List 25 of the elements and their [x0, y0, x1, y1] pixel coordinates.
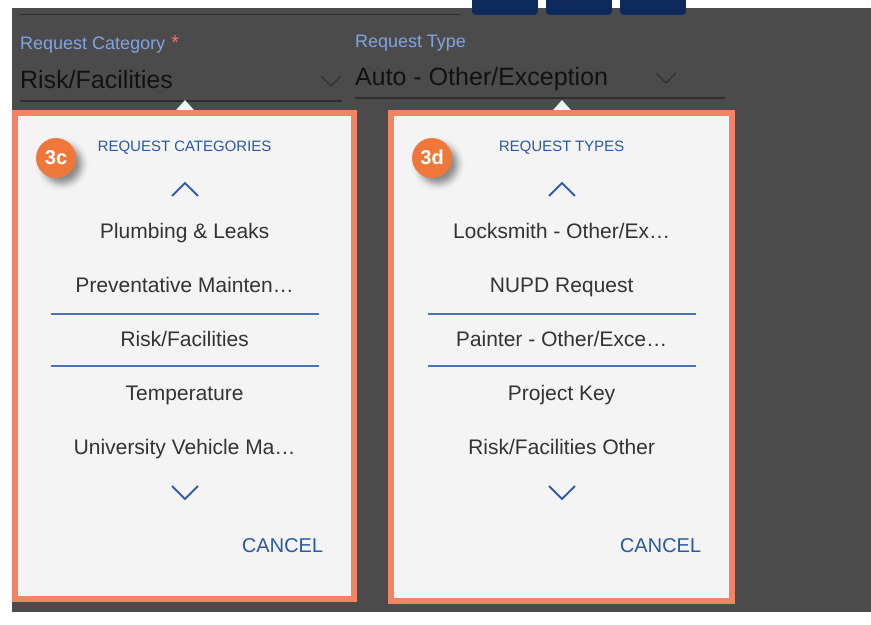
step-badge: 3c — [36, 138, 76, 178]
picker-option[interactable]: NUPD Request — [428, 258, 696, 312]
picker-option[interactable]: Temperature — [50, 366, 318, 420]
chevron-up-icon[interactable] — [170, 180, 198, 196]
picker-title: REQUEST TYPES — [498, 137, 624, 157]
picker-option[interactable]: Locksmith - Other/Ex… — [428, 204, 696, 258]
picker-option[interactable]: Risk/Facilities Other — [428, 420, 696, 474]
step-badge: 3d — [412, 138, 452, 178]
chevron-down-icon — [655, 72, 677, 84]
picker-option[interactable]: Risk/Facilities — [50, 312, 318, 366]
required-mark: * — [171, 32, 179, 54]
picker-title: REQUEST CATEGORIES — [98, 137, 272, 157]
picker-option[interactable]: Plumbing & Leaks — [50, 204, 318, 258]
picker-option[interactable]: University Vehicle Ma… — [50, 420, 318, 474]
chevron-down-icon — [320, 75, 342, 87]
chevron-down-icon[interactable] — [548, 484, 576, 500]
cancel-button[interactable]: CANCEL — [620, 530, 701, 560]
picker-option[interactable]: Painter - Other/Exce… — [428, 312, 696, 366]
chevron-down-icon[interactable] — [170, 484, 198, 500]
picker-option[interactable]: Preventative Mainten… — [50, 258, 318, 312]
field-label: Request Category — [20, 32, 166, 55]
picker-option[interactable]: Project Key — [428, 366, 696, 420]
field-label: Request Type — [355, 30, 466, 53]
cancel-button[interactable]: CANCEL — [242, 530, 323, 560]
chevron-up-icon[interactable] — [548, 180, 576, 196]
